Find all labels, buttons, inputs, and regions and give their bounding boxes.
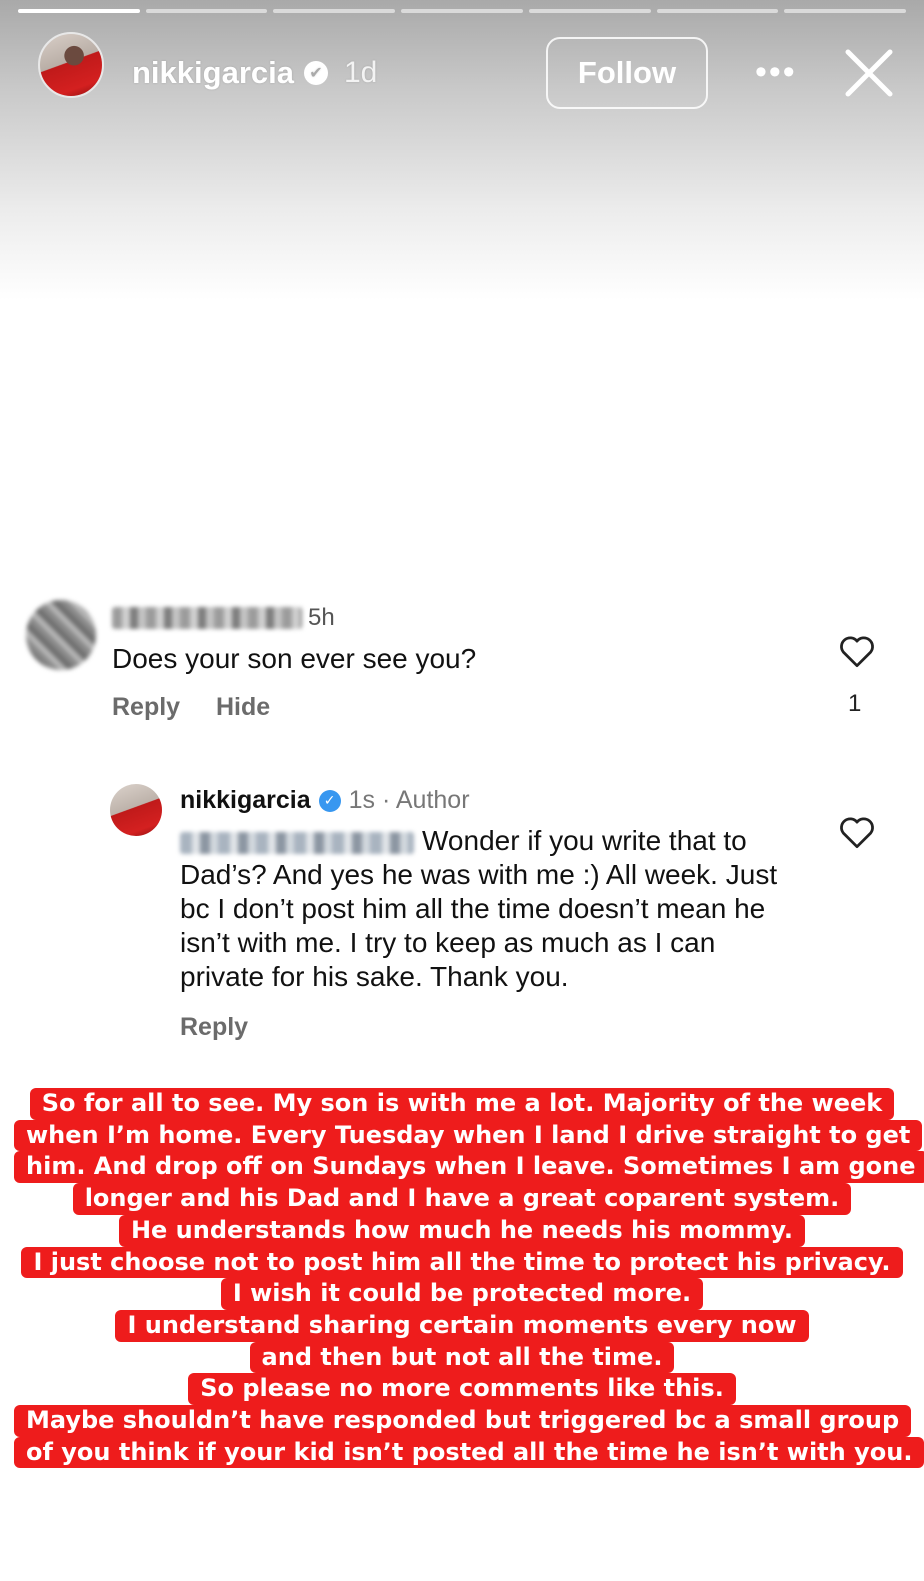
caption-line: I wish it could be protected more. [220, 1278, 704, 1310]
reply-username[interactable]: nikkigarcia [180, 786, 311, 815]
comment-like-count: 1 [848, 690, 862, 717]
story-progress-bar [18, 9, 907, 13]
comment-text: Does your son ever see you? [112, 643, 477, 674]
mention-blurred[interactable] [180, 831, 414, 854]
caption-line: I just choose not to post him all the ti… [21, 1246, 903, 1279]
caption-line: of you think if your kid isn’t posted al… [14, 1436, 924, 1469]
progress-segment [18, 9, 140, 13]
caption-line: when I’m home. Every Tuesday when I land… [14, 1119, 923, 1152]
verified-badge-icon: ✔ [303, 61, 328, 85]
reply-header: nikkigarcia ✓ 1s · Author [180, 786, 470, 815]
story-username[interactable]: nikkigarcia [132, 55, 294, 91]
comment-reply-button[interactable]: Reply [112, 693, 180, 722]
comment-hide-button[interactable]: Hide [216, 693, 270, 722]
progress-segment [784, 9, 907, 13]
commenter-username-blurred [112, 607, 302, 629]
close-icon[interactable] [844, 48, 894, 98]
progress-segment [401, 9, 523, 13]
comment-time: 5h [308, 604, 335, 631]
progress-segment [273, 9, 396, 13]
caption-line: Maybe shouldn’t have responded but trigg… [14, 1405, 912, 1437]
commenter-avatar[interactable] [26, 600, 96, 670]
heart-icon[interactable] [838, 815, 876, 849]
caption-line: So please no more comments like this. [188, 1373, 736, 1406]
story-author-avatar[interactable] [38, 32, 104, 98]
caption-line: longer and his Dad and I have a great co… [72, 1183, 852, 1215]
reply-meta: 1s · Author [348, 786, 470, 814]
story-time: 1d [343, 56, 378, 89]
progress-segment [528, 9, 651, 13]
more-horizontal-icon[interactable]: ••• [755, 55, 797, 89]
heart-icon[interactable] [838, 634, 876, 668]
progress-segment [145, 9, 268, 13]
reply-text: Wonder if you write that to Dad’s? And y… [180, 824, 800, 994]
caption-line: and then but not all the time. [249, 1341, 675, 1374]
caption-line: I understand sharing certain moments eve… [115, 1309, 809, 1342]
follow-button[interactable]: Follow [546, 37, 708, 109]
progress-segment [656, 9, 779, 13]
verified-badge-icon: ✓ [318, 789, 341, 812]
story-caption: So for all to see. My son is with me a l… [14, 1088, 924, 1469]
story-author[interactable]: nikkigarcia ✔ 1d [132, 55, 377, 91]
caption-line: He understands how much he needs his mom… [118, 1214, 806, 1247]
caption-line: him. And drop off on Sundays when I leav… [14, 1151, 924, 1184]
story-header-gradient [0, 0, 924, 300]
reply-author-avatar[interactable] [110, 784, 162, 836]
reply-reply-button[interactable]: Reply [180, 1013, 248, 1042]
caption-line: So for all to see. My son is with me a l… [29, 1088, 895, 1120]
